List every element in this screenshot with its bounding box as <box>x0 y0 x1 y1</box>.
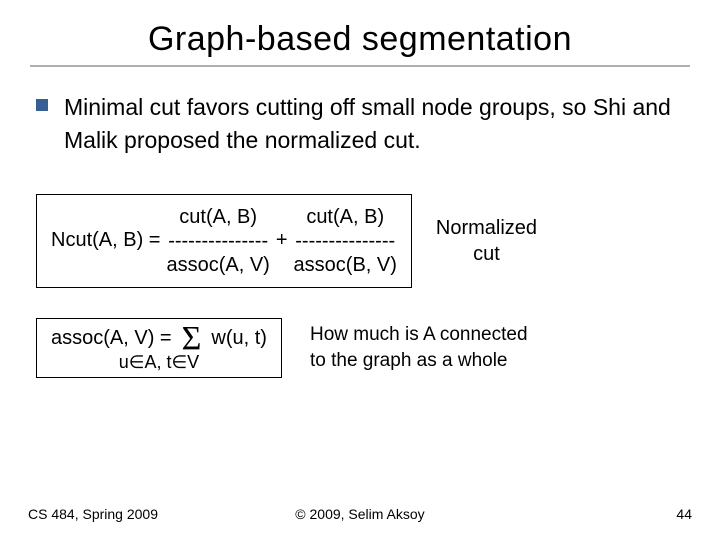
denominator-2: assoc(B, V) <box>294 253 397 277</box>
bullet-row: Minimal cut favors cutting off small nod… <box>30 91 690 158</box>
bullet-text: Minimal cut favors cutting off small nod… <box>64 91 684 158</box>
assoc-range: u∈A, t∈V <box>119 352 199 373</box>
slide-title: Graph-based segmentation <box>30 20 690 59</box>
numerator-1: cut(A, B) <box>179 205 257 229</box>
assoc-formula-box: assoc(A, V) = Σ w(u, t) u∈A, t∈V <box>36 318 282 378</box>
assoc-desc-line1: How much is A connected <box>310 322 528 348</box>
ncut-side-label: Normalized cut <box>436 215 537 267</box>
formula-area: Ncut(A, B) = cut(A, B) --------------- a… <box>30 194 690 378</box>
assoc-inner: assoc(A, V) = Σ w(u, t) u∈A, t∈V <box>51 325 267 373</box>
assoc-desc-line2: to the graph as a whole <box>310 348 528 374</box>
ncut-formula-box: Ncut(A, B) = cut(A, B) --------------- a… <box>36 194 412 288</box>
numerator-2: cut(A, B) <box>306 205 384 229</box>
fraction-1: cut(A, B) --------------- assoc(A, V) <box>166 205 269 277</box>
dash-2: --------------- <box>295 229 395 253</box>
plus-sign: + <box>276 229 288 252</box>
fraction-2: cut(A, B) --------------- assoc(B, V) <box>294 205 397 277</box>
ncut-label-line2: cut <box>436 241 537 267</box>
title-underline <box>30 65 690 67</box>
assoc-lhs: assoc(A, V) = <box>51 327 172 350</box>
dash-1: --------------- <box>168 229 268 253</box>
footer: CS 484, Spring 2009 © 2009, Selim Aksoy … <box>0 506 720 522</box>
sigma-icon: Σ <box>180 325 204 352</box>
bullet-square-icon <box>36 99 48 111</box>
assoc-row: assoc(A, V) = Σ w(u, t) u∈A, t∈V How muc… <box>36 318 684 378</box>
ncut-row: Ncut(A, B) = cut(A, B) --------------- a… <box>36 194 684 288</box>
assoc-top: assoc(A, V) = Σ w(u, t) <box>51 325 267 352</box>
ncut-label-line1: Normalized <box>436 215 537 241</box>
denominator-1: assoc(A, V) <box>166 253 269 277</box>
ncut-grid: Ncut(A, B) = cut(A, B) --------------- a… <box>51 205 397 277</box>
assoc-weight: w(u, t) <box>211 327 267 350</box>
assoc-description: How much is A connected to the graph as … <box>310 322 528 373</box>
footer-center: © 2009, Selim Aksoy <box>0 506 720 522</box>
slide-container: Graph-based segmentation Minimal cut fav… <box>0 0 720 540</box>
ncut-lhs: Ncut(A, B) = <box>51 229 160 252</box>
